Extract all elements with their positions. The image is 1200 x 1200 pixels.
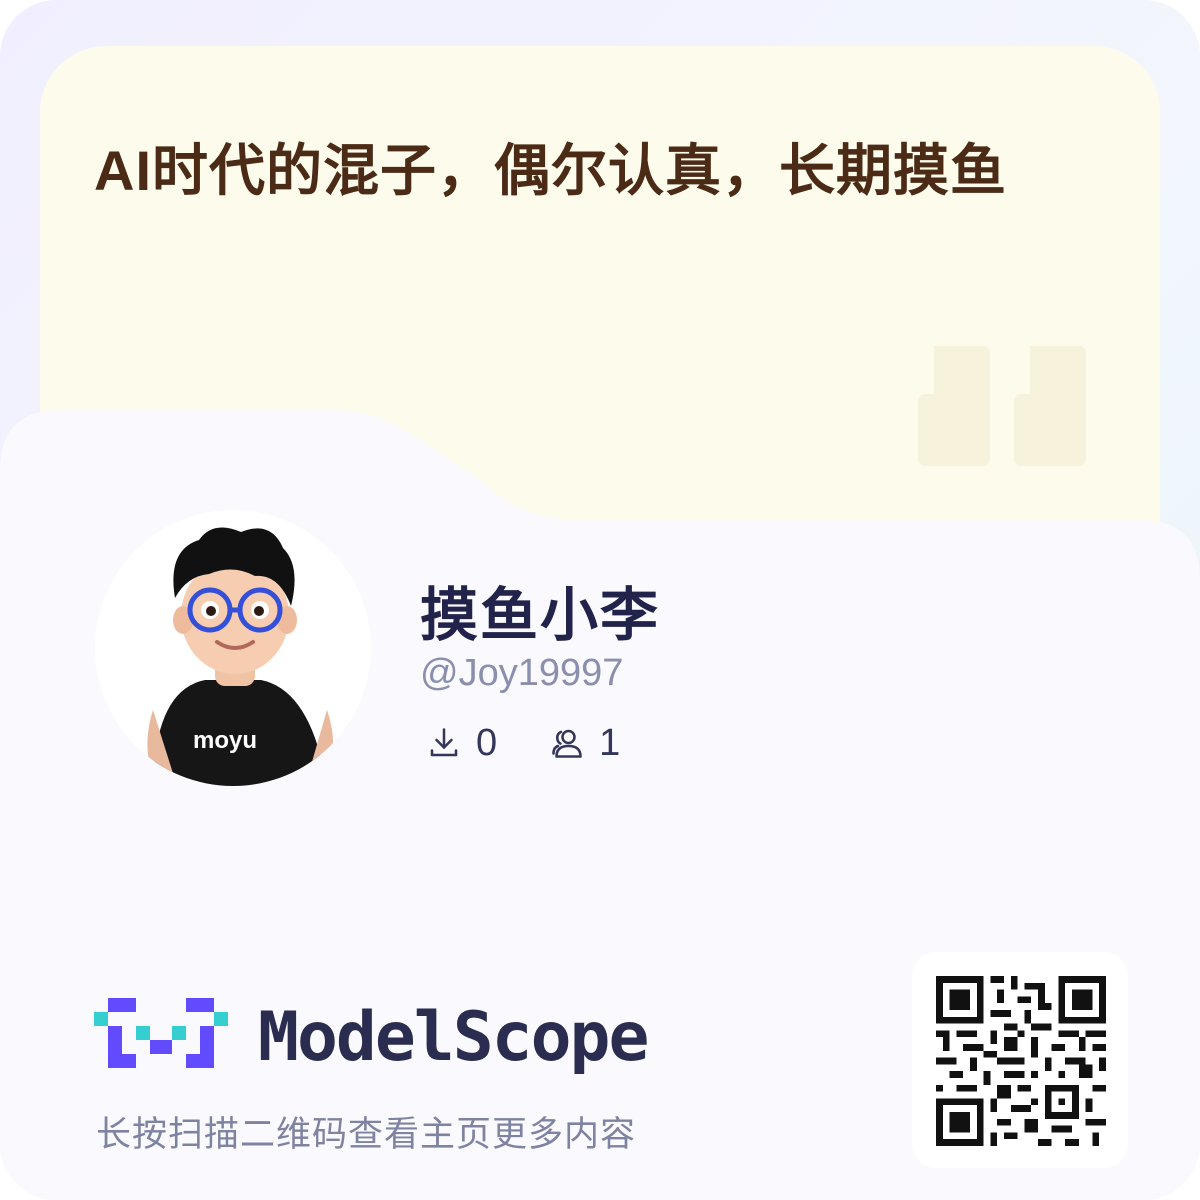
cartoon-avatar: moyu xyxy=(95,510,371,786)
scan-hint: 长按扫描二维码查看主页更多内容 xyxy=(96,1115,637,1154)
avatar-shirt-text: moyu xyxy=(193,727,257,754)
user-stats: 0 1 xyxy=(426,718,620,768)
modelscope-logo-text: ModelScope xyxy=(258,998,649,1077)
downloads-stat[interactable]: 0 xyxy=(426,718,497,768)
profile-share-card: AI时代的混子，偶尔认真，长期摸鱼 moyu 摸鱼小李 @Joy19997 0 … xyxy=(0,0,1200,1200)
followers-icon xyxy=(552,729,582,758)
user-name: 摸鱼小李 xyxy=(420,583,661,648)
modelscope-logo-icon xyxy=(94,998,228,1068)
followers-count: 1 xyxy=(599,722,621,764)
qr-code-container[interactable] xyxy=(912,952,1128,1168)
downloads-count: 0 xyxy=(476,722,498,764)
avatar[interactable]: moyu xyxy=(95,510,371,786)
user-handle: @Joy19997 xyxy=(420,652,624,694)
followers-stat[interactable]: 1 xyxy=(549,718,620,768)
qr-code xyxy=(936,976,1106,1146)
download-icon xyxy=(430,728,458,757)
